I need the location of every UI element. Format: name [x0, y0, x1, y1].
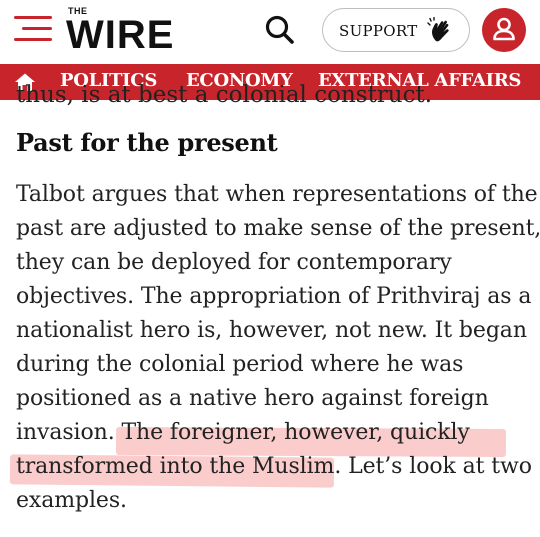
paragraph-line: objectives. The appropriation of Prithvi… — [16, 284, 532, 309]
partial-previous-text-line: thus, is at best a colonial construct. — [16, 82, 433, 108]
search-icon[interactable] — [262, 12, 298, 48]
site-header: THE WIRE SUPPORT — [0, 0, 540, 64]
paragraph-line-highlighted: invasion. The foreigner, however, quickl… — [16, 420, 470, 445]
paragraph-line: they can be deployed for contemporary — [16, 250, 452, 275]
user-icon — [493, 17, 515, 41]
support-button[interactable]: SUPPORT — [322, 8, 470, 52]
paragraph-line-highlighted: transformed into the Muslim. Let’s look … — [16, 454, 532, 479]
clapping-hands-icon — [427, 16, 455, 45]
support-button-label: SUPPORT — [339, 22, 418, 40]
account-button[interactable] — [482, 8, 526, 52]
paragraph-line: past are adjusted to make sense of the p… — [16, 216, 540, 241]
logo-wire-text: WIRE — [66, 13, 175, 57]
paragraph-line: during the colonial period where he was — [16, 352, 464, 377]
site-logo[interactable]: THE WIRE — [66, 6, 196, 56]
paragraph-line: Talbot argues that when representations … — [16, 182, 538, 207]
paragraph-line: examples. — [16, 488, 127, 513]
paragraph-line: nationalist hero is, however, not new. I… — [16, 318, 527, 343]
paragraph-line: positioned as a native hero against fore… — [16, 386, 489, 411]
section-heading: Past for the present — [16, 128, 278, 157]
hamburger-menu-icon[interactable] — [14, 14, 54, 42]
